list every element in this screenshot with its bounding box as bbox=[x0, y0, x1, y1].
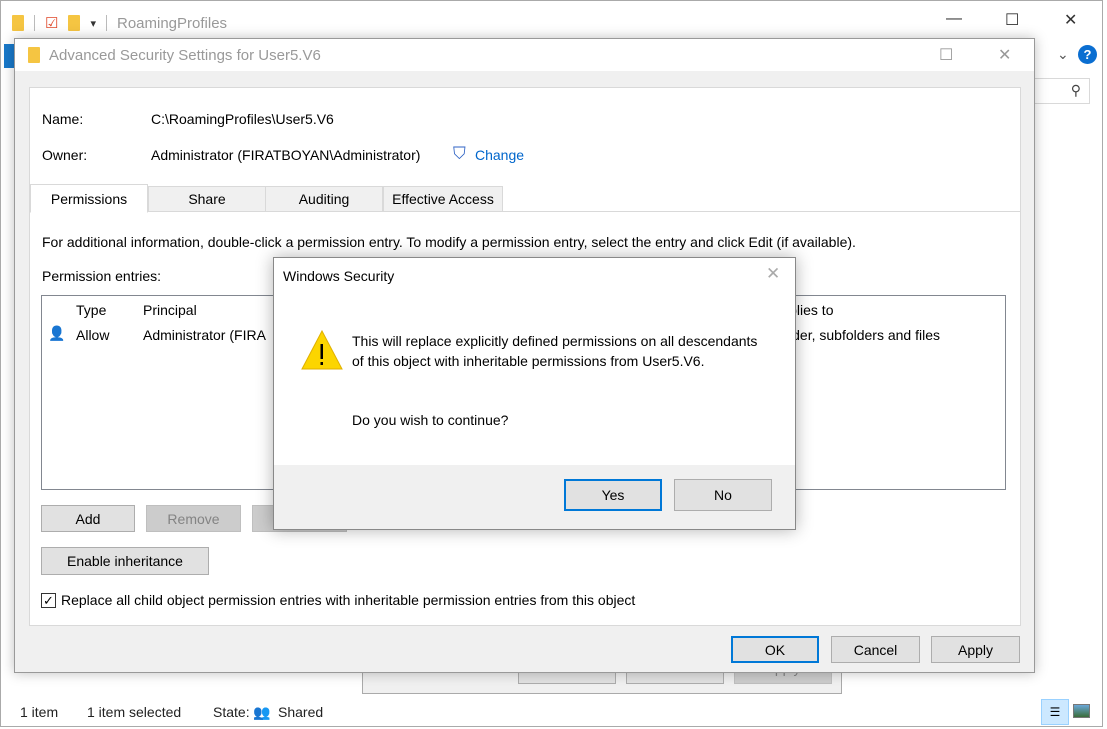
add-button[interactable]: Add bbox=[41, 505, 135, 532]
owner-value: Administrator (FIRATBOYAN\Administrator) bbox=[151, 147, 421, 163]
permission-entries-label: Permission entries: bbox=[42, 268, 162, 284]
name-label: Name: bbox=[42, 111, 84, 127]
message-title: Windows Security bbox=[283, 268, 395, 284]
cancel-button[interactable]: Cancel bbox=[831, 636, 920, 663]
tab-effective-access[interactable]: Effective Access bbox=[383, 186, 503, 212]
close-button[interactable]: ✕ bbox=[1064, 10, 1077, 30]
tab-auditing[interactable]: Auditing bbox=[265, 186, 383, 212]
info-text: For additional information, double-click… bbox=[42, 234, 856, 250]
folder-icon bbox=[28, 47, 40, 63]
new-folder-icon[interactable] bbox=[68, 15, 81, 31]
column-principal[interactable]: Principal bbox=[143, 302, 197, 318]
status-state-value: Shared bbox=[278, 704, 324, 720]
owner-label: Owner: bbox=[42, 147, 88, 163]
maximize-button[interactable]: ☐ bbox=[1005, 10, 1019, 30]
uac-shield-icon: ⛉ bbox=[453, 144, 466, 163]
yes-button[interactable]: Yes bbox=[564, 479, 662, 511]
apply-button[interactable]: Apply bbox=[931, 636, 1020, 663]
windows-security-dialog: Windows Security ✕ This will replace exp… bbox=[273, 257, 796, 530]
customize-chevron-icon[interactable]: ▾ bbox=[90, 17, 96, 30]
status-state-label: State: bbox=[213, 704, 250, 720]
ok-button[interactable]: OK bbox=[731, 636, 819, 663]
enable-inheritance-button[interactable]: Enable inheritance bbox=[41, 547, 209, 575]
row-principal: Administrator (FIRA bbox=[143, 327, 266, 343]
explorer-title: RoamingProfiles bbox=[116, 14, 228, 32]
status-selected: 1 item selected bbox=[87, 704, 182, 720]
properties-icon[interactable]: ☑ bbox=[45, 14, 58, 32]
change-owner-link[interactable]: Change bbox=[475, 147, 524, 163]
warning-icon bbox=[301, 329, 343, 370]
replace-child-label[interactable]: Replace all child object permission entr… bbox=[61, 592, 635, 608]
name-value: C:\RoamingProfiles\User5.V6 bbox=[151, 111, 334, 127]
ribbon-expand-icon[interactable]: ⌄ bbox=[1057, 46, 1069, 63]
ribbon-file-tab[interactable] bbox=[4, 44, 14, 68]
details-view-button[interactable]: ☰ bbox=[1041, 699, 1069, 725]
tab-permissions[interactable]: Permissions bbox=[30, 184, 148, 213]
search-icon: ⚲ bbox=[1070, 82, 1081, 98]
dialog-title: Advanced Security Settings for User5.V6 bbox=[49, 47, 321, 64]
separator bbox=[105, 15, 107, 31]
tab-share[interactable]: Share bbox=[148, 186, 266, 212]
large-icons-view-button[interactable] bbox=[1073, 704, 1090, 718]
close-button[interactable]: ✕ bbox=[998, 45, 1011, 65]
user-icon: 👤 bbox=[48, 325, 66, 341]
column-type[interactable]: Type bbox=[76, 302, 106, 318]
remove-button: Remove bbox=[146, 505, 241, 532]
shared-users-icon: 👥 bbox=[253, 704, 271, 720]
dialog-titlebar: Advanced Security Settings for User5.V6 … bbox=[15, 39, 1034, 71]
row-type: Allow bbox=[76, 327, 110, 343]
separator bbox=[34, 15, 35, 31]
message-text: This will replace explicitly defined per… bbox=[352, 333, 758, 369]
folder-icon bbox=[12, 15, 24, 31]
search-box[interactable]: ⚲ bbox=[1034, 78, 1090, 104]
help-icon[interactable]: ? bbox=[1078, 45, 1097, 64]
close-button[interactable]: ✕ bbox=[766, 264, 780, 284]
replace-child-checkbox[interactable]: ✓ bbox=[41, 593, 56, 608]
message-question: Do you wish to continue? bbox=[352, 412, 509, 428]
quick-access-toolbar: ☑ ▾ RoamingProfiles bbox=[12, 12, 227, 34]
minimize-button[interactable]: — bbox=[946, 10, 962, 28]
status-item-count: 1 item bbox=[20, 704, 59, 720]
no-button[interactable]: No bbox=[674, 479, 772, 511]
maximize-button[interactable]: ☐ bbox=[939, 45, 953, 65]
